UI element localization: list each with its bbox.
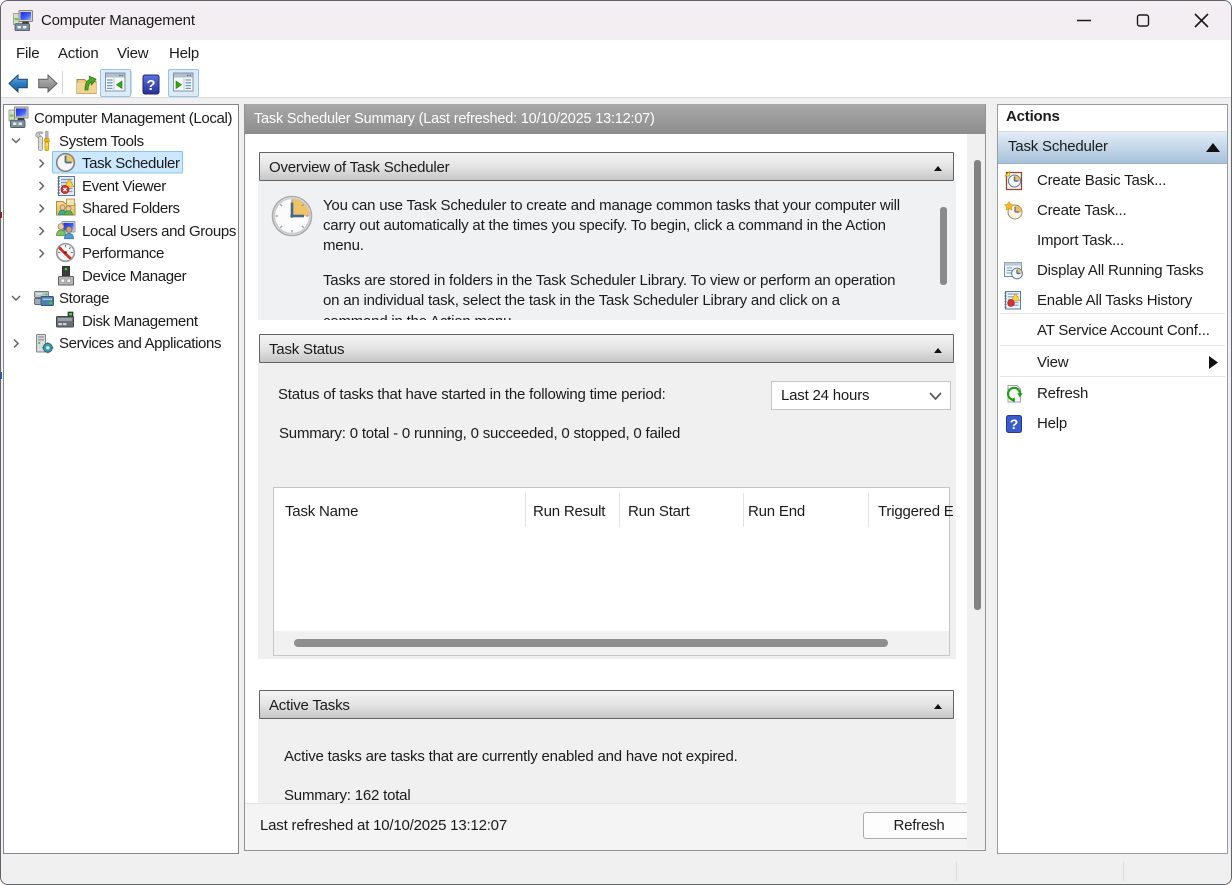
svg-text:?: ? <box>1010 416 1019 432</box>
svg-text:?: ? <box>146 77 155 94</box>
